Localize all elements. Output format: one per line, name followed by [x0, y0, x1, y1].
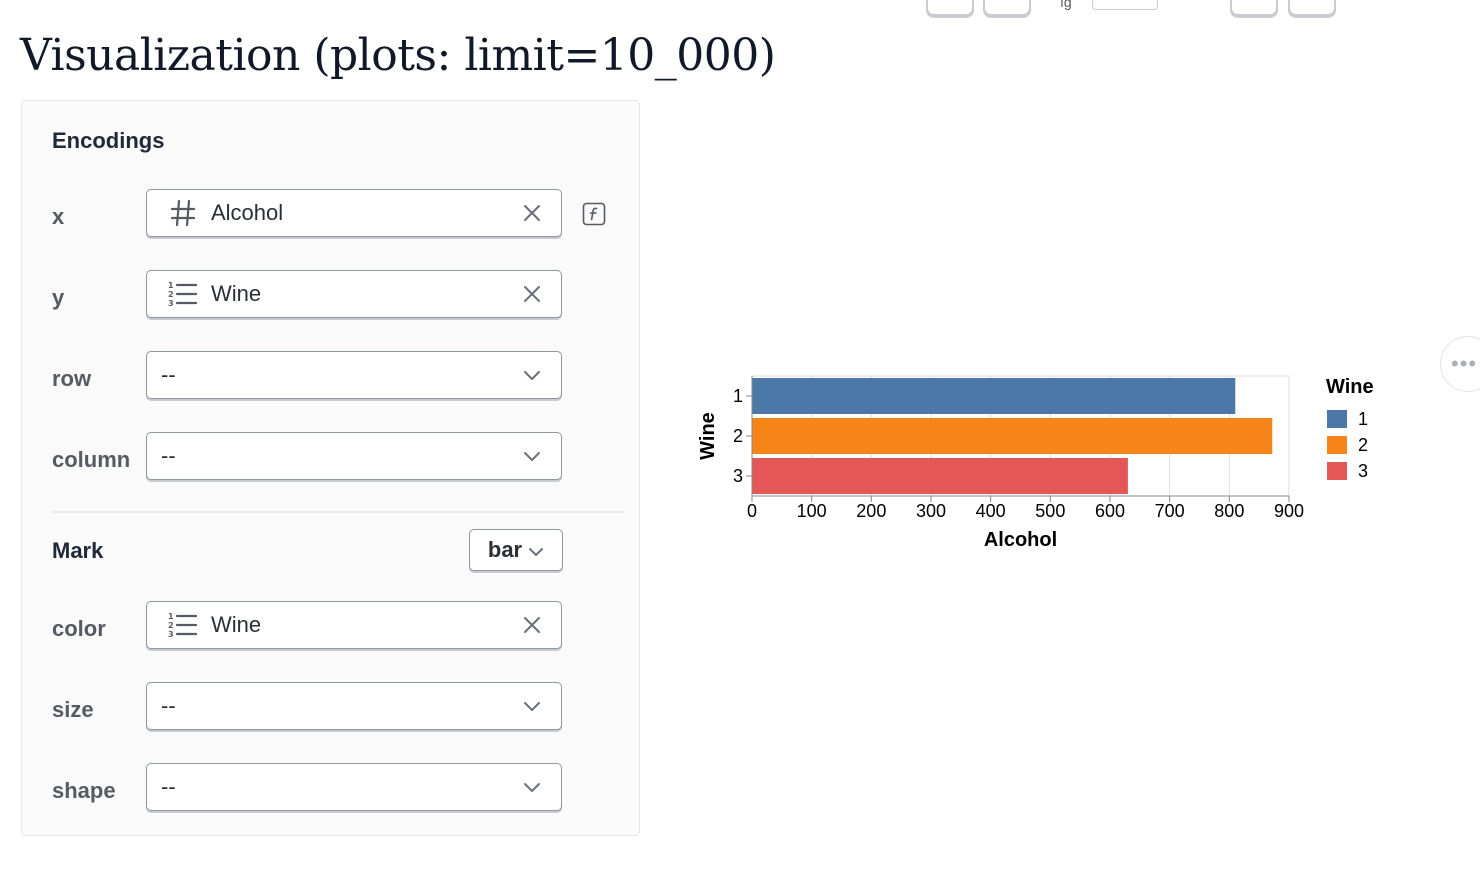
chevron-down-icon	[517, 360, 547, 390]
x-tick-label: 0	[747, 501, 757, 521]
shape-label: shape	[52, 778, 116, 803]
encodings-heading: Encodings	[52, 128, 165, 153]
svg-text:1: 1	[168, 281, 174, 290]
toolbar-button[interactable]	[983, 0, 1031, 16]
x-field[interactable]: Alcohol	[146, 189, 562, 237]
hash-icon	[163, 198, 203, 228]
legend-title: Wine	[1326, 376, 1374, 398]
close-icon[interactable]	[517, 198, 547, 228]
bar-1	[752, 378, 1236, 414]
encodings-panel: Encodings x Alcohol y 123 Wine row -- co…	[21, 100, 640, 836]
y-field[interactable]: 123 Wine	[146, 270, 562, 318]
y-tick-label: 3	[733, 466, 743, 486]
size-label: size	[52, 697, 94, 722]
more-options-icon[interactable]: •••	[1440, 336, 1480, 392]
size-select[interactable]: --	[146, 682, 562, 730]
legend-swatch-1	[1327, 410, 1347, 428]
size-select-value: --	[161, 693, 176, 718]
x-tick-label: 500	[1035, 501, 1065, 521]
shape-select[interactable]: --	[146, 763, 562, 811]
toolbar-button[interactable]	[926, 0, 974, 16]
x-tick-label: 200	[856, 501, 886, 521]
y-label: y	[52, 285, 65, 310]
legend-label: 3	[1358, 461, 1368, 481]
legend-label: 1	[1358, 409, 1368, 429]
y-tick-label: 2	[733, 426, 743, 446]
y-axis-title: Wine	[697, 412, 719, 460]
mark-type-select[interactable]: bar	[469, 529, 563, 571]
shape-select-value: --	[161, 774, 176, 799]
x-tick-label: 700	[1155, 501, 1185, 521]
svg-text:2: 2	[168, 290, 174, 299]
bar-chart: 0 100 200 300 400 500 600 700 800 900 Alcohol 1 2 3 Wi…	[697, 375, 1374, 551]
mark-type-value: bar	[487, 537, 523, 562]
mark-heading: Mark	[52, 538, 104, 563]
row-select[interactable]: --	[146, 351, 562, 399]
function-icon[interactable]	[579, 199, 609, 229]
toolbar-button[interactable]	[1230, 0, 1278, 16]
top-toolbar: ıg	[0, 0, 1480, 16]
close-icon[interactable]	[517, 610, 547, 640]
svg-text:3: 3	[168, 299, 174, 307]
color-field[interactable]: 123 Wine	[146, 601, 562, 649]
x-tick-label: 100	[797, 501, 827, 521]
svg-text:1: 1	[168, 612, 174, 621]
column-select[interactable]: --	[146, 432, 562, 480]
x-tick-label: 900	[1274, 501, 1304, 521]
color-label: color	[52, 616, 106, 641]
chevron-down-icon	[517, 772, 547, 802]
legend-swatch-3	[1327, 462, 1347, 480]
color-field-value: Wine	[211, 612, 262, 637]
section-divider	[52, 511, 624, 513]
toolbar-label: ıg	[1060, 0, 1072, 10]
x-label: x	[52, 204, 65, 229]
x-tick-label: 800	[1214, 501, 1244, 521]
x-field-value: Alcohol	[211, 200, 284, 225]
page-title: Visualization (plots: limit=10_000)	[20, 30, 776, 81]
ordered-list-icon: 123	[163, 279, 203, 309]
x-tick-label: 400	[976, 501, 1006, 521]
toolbar-input[interactable]	[1092, 0, 1158, 10]
bar-2	[752, 418, 1273, 454]
x-axis-title: Alcohol	[984, 529, 1057, 551]
column-label: column	[52, 447, 131, 472]
ordered-list-icon: 123	[163, 610, 203, 640]
column-select-value: --	[161, 443, 176, 468]
close-icon[interactable]	[517, 279, 547, 309]
bar-3	[752, 458, 1128, 494]
chevron-down-icon	[528, 537, 544, 563]
row-select-value: --	[161, 362, 176, 387]
row-label: row	[52, 366, 92, 391]
legend-label: 2	[1358, 435, 1368, 455]
x-tick-label: 600	[1095, 501, 1125, 521]
chevron-down-icon	[517, 441, 547, 471]
x-tick-label: 300	[916, 501, 946, 521]
svg-text:2: 2	[168, 621, 174, 630]
y-tick-label: 1	[733, 386, 743, 406]
y-field-value: Wine	[211, 281, 262, 306]
chevron-down-icon	[517, 691, 547, 721]
toolbar-button[interactable]	[1288, 0, 1336, 16]
legend-swatch-2	[1327, 436, 1347, 454]
svg-text:3: 3	[168, 630, 174, 638]
